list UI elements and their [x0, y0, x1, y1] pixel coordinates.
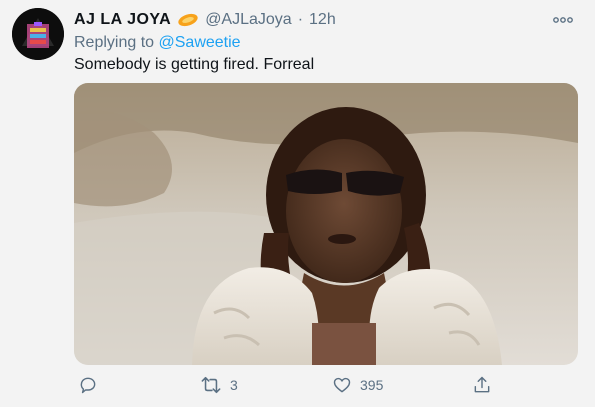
tweet-text: Somebody is getting fired. Forreal: [74, 56, 315, 73]
separator-dot: ·: [297, 11, 304, 28]
share-icon: [472, 375, 492, 395]
retweet-count: 3: [230, 377, 238, 393]
like-button[interactable]: 395: [332, 372, 383, 398]
reply-bubble-icon: [78, 375, 98, 395]
more-dots-icon[interactable]: [553, 12, 573, 23]
tweet-header: AJ LA JOYA @AJLaJoya · 12h: [74, 9, 336, 31]
reply-button[interactable]: [78, 372, 106, 398]
tweet-media[interactable]: [74, 83, 578, 365]
user-handle[interactable]: @AJLaJoya: [205, 11, 292, 29]
mention-link[interactable]: @Saweetie: [159, 34, 241, 51]
share-button[interactable]: [472, 372, 492, 398]
timestamp[interactable]: 12h: [309, 11, 336, 29]
heart-icon: [332, 375, 352, 395]
retweet-button[interactable]: 3: [200, 372, 238, 398]
tweet-card[interactable]: AJ LA JOYA @AJLaJoya · 12h Replying to @…: [0, 0, 595, 407]
avatar[interactable]: [12, 8, 64, 60]
tweet-actions: 3 395: [74, 372, 514, 398]
orange-badge-icon: [177, 13, 199, 27]
display-name[interactable]: AJ LA JOYA: [74, 11, 171, 29]
like-count: 395: [360, 377, 384, 393]
replying-to-line: Replying to @Saweetie: [74, 34, 241, 52]
replying-to-prefix: Replying to: [74, 34, 159, 51]
retweet-icon: [200, 375, 222, 395]
